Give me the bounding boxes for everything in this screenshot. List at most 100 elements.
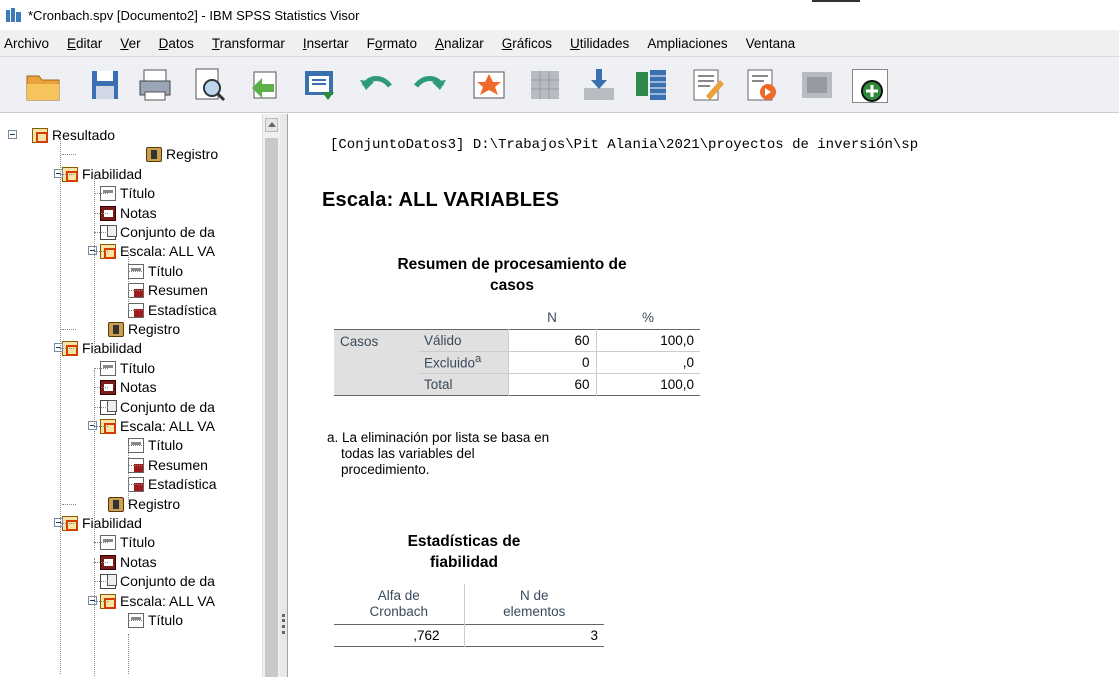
print-preview-icon[interactable] (190, 66, 228, 104)
tree-item[interactable]: Registro (108, 319, 180, 339)
print-icon[interactable] (136, 66, 174, 104)
menu-bar: Archivo Editar Ver Datos Transformar Insertar… (0, 30, 1119, 57)
menu-formato[interactable]: Formato (358, 36, 426, 51)
cell-n: 60 (507, 373, 596, 395)
menu-analizar[interactable]: Analizar (426, 36, 493, 51)
tree-item-label: Fiabilidad (82, 166, 142, 182)
cell-pct: 100,0 (595, 329, 700, 351)
recall-dialog-icon[interactable] (300, 66, 338, 104)
case-summary-table[interactable]: N % Casos Válido 60 100,0 Excluidoa 0 ,0… (334, 307, 700, 396)
table-row: Casos Válido 60 100,0 (334, 329, 700, 395)
tree-item-label: Título (120, 185, 156, 201)
menu-datos[interactable]: Datos (150, 36, 203, 51)
tree-item[interactable]: Notas (100, 552, 157, 572)
window-titlebar: *Cronbach.spv [Documento2] - IBM SPSS St… (0, 0, 1119, 30)
tree-item-label: Título (120, 360, 156, 376)
table-row: ,762 3 (334, 624, 604, 646)
cell-pct: ,0 (595, 351, 700, 373)
tree-item-label: Resumen (148, 282, 208, 298)
tree-item[interactable]: Escala: ALL VA (100, 241, 215, 261)
tree-item[interactable]: Notas (100, 377, 157, 397)
tree-item[interactable]: Título (100, 358, 155, 378)
export-icon[interactable] (246, 66, 284, 104)
book-icon (32, 127, 48, 143)
menu-graficos[interactable]: Gráficos (493, 36, 561, 51)
outline-pane[interactable]: Resultado Registro Fiabilidad Título Notas Co… (0, 114, 285, 677)
tree-item[interactable]: Registro (108, 494, 180, 514)
table-footnote: a. La eliminación por lista se basa en t… (327, 430, 550, 477)
tree-item[interactable]: Resultado (32, 125, 115, 145)
row-label: Total (418, 373, 508, 395)
tree-item-label: Escala: ALL VA (120, 593, 215, 609)
row-group-label: Casos (334, 329, 418, 395)
goto-variable-icon[interactable] (580, 66, 618, 104)
redo-icon[interactable] (412, 66, 450, 104)
tree-item-label: Notas (120, 379, 157, 395)
collapse-icon[interactable] (8, 130, 17, 139)
tree-item-label: Resumen (148, 457, 208, 473)
tree-item-label: Conjunto de da (120, 573, 215, 589)
cell-n: 60 (507, 329, 596, 351)
tree-item-label: Título (120, 534, 156, 550)
menu-utilidades[interactable]: Utilidades (561, 36, 638, 51)
row-label: Válido (418, 329, 508, 351)
tree-item-label: Conjunto de da (120, 224, 215, 240)
menu-transformar[interactable]: Transformar (203, 36, 294, 51)
scroll-up-arrow-icon[interactable] (265, 118, 278, 132)
tree-item-label: Título (148, 263, 184, 279)
open-folder-icon[interactable] (24, 66, 62, 104)
goto-case-icon[interactable] (526, 66, 564, 104)
tree-item-label: Resultado (52, 127, 116, 143)
pane-splitter[interactable] (280, 114, 288, 677)
cell-n: 0 (507, 351, 596, 373)
tree-item[interactable]: Escala: ALL VA (100, 416, 215, 436)
tree-item[interactable]: Registro (146, 144, 218, 164)
menu-ver[interactable]: Ver (111, 36, 149, 51)
tree-item-label: Fiabilidad (82, 515, 142, 531)
tree-item-label: Estadística (148, 476, 217, 492)
toolbar (0, 57, 1119, 113)
summary-table-caption: Resumen de procesamiento de casos (397, 256, 627, 294)
undo-icon[interactable] (356, 66, 394, 104)
menu-editar[interactable]: Editar (58, 36, 111, 51)
scale-heading[interactable]: Escala: ALL VARIABLES (322, 189, 559, 212)
dataset-path-text: [ConjuntoDatos3] D:\Trabajos\Pit Alania\… (330, 137, 919, 153)
tree-item-label: Escala: ALL VA (120, 418, 215, 434)
tree-item-label: Notas (120, 205, 157, 221)
spss-app-icon (6, 8, 22, 22)
tree-item[interactable]: Notas (100, 203, 157, 223)
output-pane: [ConjuntoDatos3] D:\Trabajos\Pit Alania\… (289, 114, 1119, 677)
log-icon (108, 496, 124, 512)
menu-ampliaciones[interactable]: Ampliaciones (638, 36, 736, 51)
insert-heading-icon[interactable] (688, 66, 726, 104)
reliability-table[interactable]: Alfa de Cronbach N de elementos ,762 3 (334, 584, 604, 647)
row-label: Excluidoa (418, 351, 508, 373)
tree-item[interactable]: Conjunto de da (100, 397, 215, 417)
reliability-table-caption: Estadísticas de fiabilidad (407, 533, 521, 571)
cell-pct: 100,0 (595, 373, 700, 395)
window-title: *Cronbach.spv [Documento2] - IBM SPSS St… (28, 7, 360, 23)
col-header-pct: % (641, 310, 654, 326)
tree-item[interactable]: Título (100, 183, 155, 203)
tree-item-label: Estadística (148, 302, 217, 318)
tree-item-label: Registro (128, 321, 181, 337)
menu-archivo[interactable]: Archivo (0, 36, 58, 51)
scrollbar-thumb[interactable] (265, 138, 278, 677)
menu-ventana[interactable]: Ventana (737, 36, 805, 51)
insert-title-icon[interactable] (742, 66, 780, 104)
outline-scrollbar[interactable] (262, 114, 280, 677)
tree-item[interactable]: Escala: ALL VA (100, 591, 215, 611)
goto-data-icon[interactable] (470, 66, 508, 104)
tree-item[interactable]: Título (100, 532, 155, 552)
log-icon (146, 146, 162, 162)
insert-new-icon[interactable] (852, 69, 888, 103)
insert-text-icon[interactable] (798, 66, 836, 104)
cell-alpha: ,762 (413, 627, 440, 643)
cell-items: 3 (463, 624, 604, 646)
save-icon[interactable] (86, 66, 124, 104)
variables-icon[interactable] (632, 66, 670, 104)
tree-item[interactable]: Conjunto de da (100, 571, 215, 591)
menu-insertar[interactable]: Insertar (294, 36, 358, 51)
tree-item-label: Escala: ALL VA (120, 243, 215, 259)
tree-item[interactable]: Conjunto de da (100, 222, 215, 242)
